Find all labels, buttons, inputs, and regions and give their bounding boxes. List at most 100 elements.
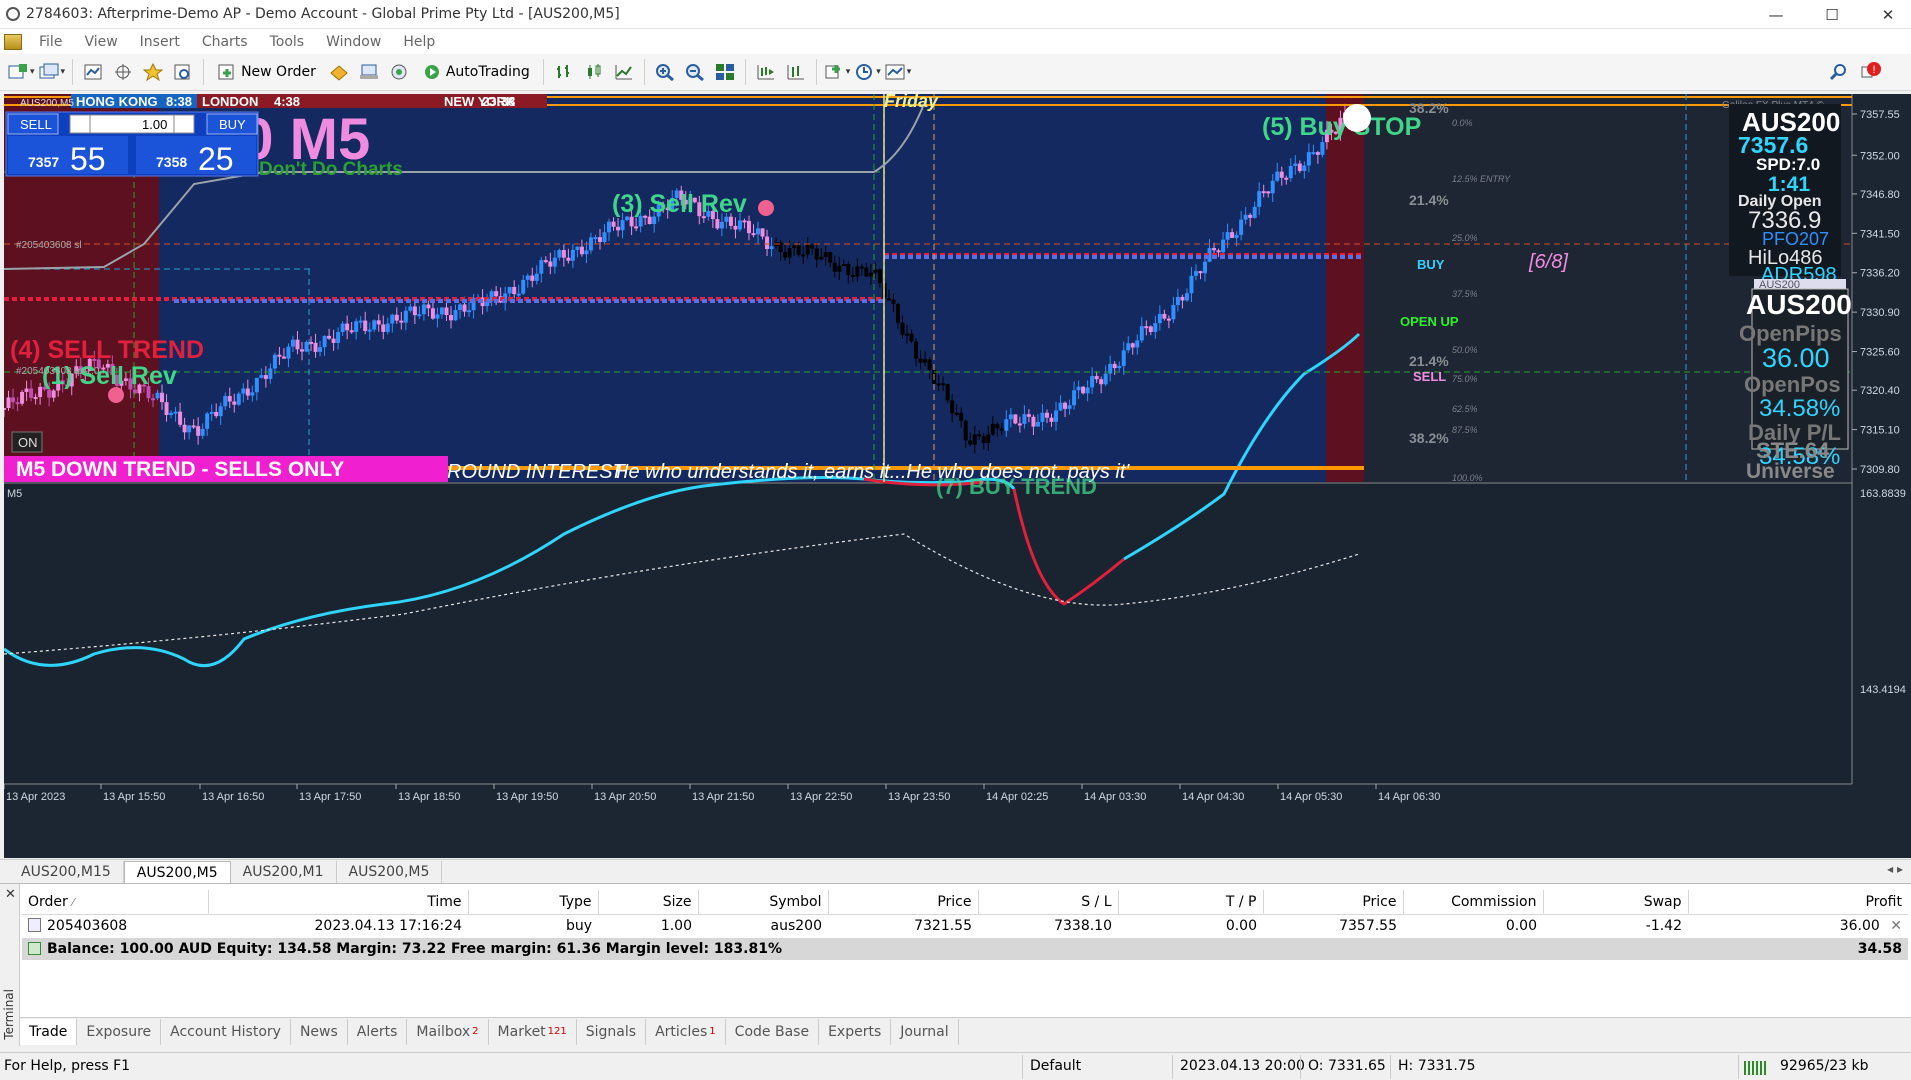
terminal-close-button[interactable]: ✕ — [5, 887, 16, 902]
tab-chart-3[interactable]: AUS200,M1 — [231, 861, 337, 883]
candle-body — [1216, 250, 1221, 253]
tab-market[interactable]: Market 121 — [489, 1018, 577, 1045]
auto-scroll-icon[interactable] — [783, 58, 809, 86]
candle-body — [462, 304, 467, 312]
periods-icon[interactable]: ▾ — [854, 58, 881, 86]
candle-body — [864, 267, 869, 277]
menu-insert[interactable]: Insert — [129, 34, 191, 50]
candle-body — [914, 341, 919, 359]
tile-windows-icon[interactable] — [712, 58, 738, 86]
line-chart-icon[interactable] — [611, 58, 637, 86]
profiles-icon[interactable]: ▾ — [39, 58, 65, 86]
ticker-a: ROUND INTEREST — [447, 461, 627, 483]
maximize-button[interactable]: ☐ — [1804, 0, 1860, 29]
candle-body — [318, 347, 323, 352]
annotation-sell-trend: (4) SELL TREND — [10, 336, 204, 364]
crosshair-icon[interactable] — [110, 58, 136, 86]
col-sl[interactable]: S / L — [978, 890, 1119, 915]
col-type[interactable]: Type — [468, 890, 599, 915]
new-order-button[interactable]: New Order — [211, 58, 322, 86]
col-price[interactable]: Price — [828, 890, 979, 915]
chart-tabs: AUS200,M15 AUS200,M5 AUS200,M1 AUS200,M5… — [0, 859, 1911, 883]
alert-icon[interactable]: ! — [1858, 58, 1884, 86]
strategy-tester-icon[interactable] — [170, 58, 196, 86]
menu-charts[interactable]: Charts — [191, 34, 259, 50]
zoom-out-icon[interactable] — [682, 58, 708, 86]
metaeditor-icon[interactable] — [326, 58, 352, 86]
col-size[interactable]: Size — [598, 890, 699, 915]
price-tick-label: 7346.80 — [1860, 189, 1900, 201]
close-button[interactable]: ✕ — [1860, 0, 1911, 29]
candle-body — [792, 245, 797, 249]
tab-news[interactable]: News — [291, 1018, 348, 1045]
chart-shift-icon[interactable] — [753, 58, 779, 86]
chart-window[interactable]: 7357.55 7352.00 7346.80 7341.50 7336.20 7330.… — [4, 94, 1911, 858]
toolbar-separator — [815, 59, 817, 85]
menu-file[interactable]: File — [28, 34, 73, 50]
tab-chart-2[interactable]: AUS200,M5 — [123, 861, 231, 883]
tab-journal[interactable]: Journal — [891, 1018, 959, 1045]
app-icon — [6, 7, 20, 21]
col-profit[interactable]: Profit — [1688, 890, 1908, 915]
lot-up-button[interactable] — [173, 114, 195, 134]
candle-body — [1081, 386, 1086, 394]
terminal-icon[interactable] — [356, 58, 382, 86]
menu-window[interactable]: Window — [315, 34, 392, 50]
tab-code-base[interactable]: Code Base — [726, 1018, 820, 1045]
menu-view[interactable]: View — [73, 34, 128, 50]
lot-down-button[interactable] — [69, 114, 91, 134]
col-order[interactable]: Order ⁄ — [22, 890, 209, 915]
col-symbol[interactable]: Symbol — [698, 890, 829, 915]
candle-body — [891, 299, 896, 305]
col-time[interactable]: Time — [208, 890, 469, 915]
col-swap[interactable]: Swap — [1543, 890, 1689, 915]
bar-chart-icon[interactable] — [551, 58, 577, 86]
candle-body — [1234, 234, 1239, 238]
tab-trade[interactable]: Trade — [20, 1018, 78, 1045]
navigator-icon[interactable] — [140, 58, 166, 86]
tab-experts[interactable]: Experts — [819, 1018, 892, 1045]
tab-mailbox[interactable]: Mailbox 2 — [407, 1018, 489, 1045]
tab-exposure[interactable]: Exposure — [77, 1018, 162, 1045]
buy-price-box[interactable] — [136, 136, 256, 174]
tab-signals[interactable]: Signals — [577, 1018, 647, 1045]
tab-alerts[interactable]: Alerts — [348, 1018, 408, 1045]
candle-body — [1162, 313, 1167, 319]
candle-body — [629, 216, 634, 227]
status-bar: For Help, press F1 Default 2023.04.13 20… — [0, 1052, 1911, 1080]
col-current-price[interactable]: Price — [1263, 890, 1404, 915]
tab-account-history[interactable]: Account History — [161, 1018, 291, 1045]
new-chart-icon[interactable]: ▾ — [8, 58, 35, 86]
market-watch-icon[interactable] — [80, 58, 106, 86]
menu-help[interactable]: Help — [392, 34, 446, 50]
signals-icon[interactable] — [386, 58, 412, 86]
col-tp[interactable]: T / P — [1118, 890, 1264, 915]
indicators-icon[interactable]: ▾ — [824, 58, 850, 86]
fib-level-label: 75.0% — [1452, 374, 1478, 384]
info2-open-pos: 34.58% — [1759, 395, 1840, 422]
templates-icon[interactable]: ▾ — [885, 58, 911, 86]
col-commission[interactable]: Commission — [1403, 890, 1544, 915]
table-row[interactable]: 205403608 2023.04.13 17:16:24 buy 1.00 a… — [22, 914, 1908, 938]
candlestick-icon[interactable] — [581, 58, 607, 86]
minimize-button[interactable]: — — [1748, 0, 1804, 29]
close-order-icon[interactable]: ✕ — [1890, 918, 1902, 934]
candle-body — [936, 383, 941, 386]
zoom-in-icon[interactable] — [652, 58, 678, 86]
autotrading-button[interactable]: AutoTrading — [416, 58, 536, 86]
row-commission: 0.00 — [1505, 918, 1537, 935]
toolbar-separator — [542, 59, 544, 85]
sell-price-box[interactable] — [8, 136, 128, 174]
row-tp: 0.00 — [1225, 918, 1257, 935]
tab-scroll-arrows[interactable]: ◂ ▸ — [1887, 862, 1903, 876]
tab-chart-4[interactable]: AUS200,M5 — [337, 861, 443, 883]
tab-articles[interactable]: Articles 1 — [646, 1018, 726, 1045]
tab-chart-1[interactable]: AUS200,M15 — [9, 861, 124, 883]
candle-body — [1221, 239, 1226, 253]
menu-tools[interactable]: Tools — [259, 34, 316, 50]
search-icon[interactable] — [1826, 58, 1852, 86]
candle-body — [182, 424, 187, 433]
candle-body — [1261, 191, 1266, 194]
time-tick-label: 13 Apr 18:50 — [398, 791, 460, 803]
candle-body — [426, 304, 431, 309]
